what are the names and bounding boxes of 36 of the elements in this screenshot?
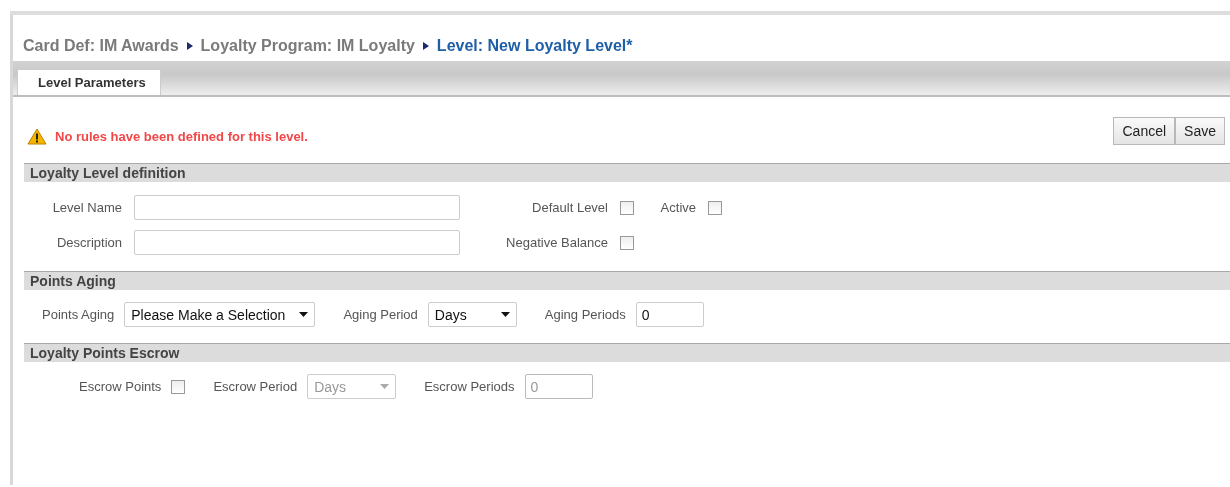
field-label: Default Level <box>531 200 608 215</box>
field-label: Escrow Points <box>79 379 162 394</box>
checkbox[interactable] <box>171 379 186 394</box>
field-label: Escrow Period <box>213 379 298 394</box>
checkbox[interactable] <box>620 200 634 215</box>
field-label: Description <box>55 235 122 250</box>
field-label: Aging Periods <box>544 307 626 322</box>
checkbox[interactable] <box>708 200 722 215</box>
warning-message: No rules have been defined for this level. <box>55 128 308 144</box>
field-label: Aging Period <box>343 307 418 322</box>
number-field[interactable]: 0 <box>635 302 704 327</box>
breadcrumb-link[interactable]: Card Def: IM Awards <box>23 37 179 55</box>
tab[interactable]: Level Parameters <box>17 69 161 95</box>
section-header: Loyalty Points Escrow <box>24 343 1230 362</box>
dropdown[interactable]: Please Make a Selection <box>124 302 316 327</box>
caret-icon <box>299 312 309 317</box>
dropdown[interactable]: Days <box>427 302 517 327</box>
field-label: Negative Balance <box>505 235 608 250</box>
section-header: Points Aging <box>24 271 1230 290</box>
cancel-button[interactable]: Cancel <box>1113 117 1176 145</box>
arrow-icon <box>422 42 429 50</box>
section-header: Loyalty Level definition <box>24 163 1230 182</box>
field-label: Active <box>659 200 696 215</box>
breadcrumb-link[interactable]: Level: New Loyalty Level* <box>436 37 633 55</box>
text-field[interactable] <box>134 195 460 220</box>
save-button[interactable]: Save <box>1175 117 1225 145</box>
text-field[interactable] <box>134 230 460 255</box>
field-label: Level Name <box>51 200 122 215</box>
breadcrumb-link[interactable]: Loyalty Program: IM Loyalty <box>200 37 415 55</box>
field-label: Escrow Periods <box>424 379 515 394</box>
field-label: Points Aging <box>42 307 115 322</box>
caret-icon <box>380 384 390 389</box>
arrow-icon <box>186 42 193 50</box>
checkbox[interactable] <box>620 235 634 250</box>
warning-icon <box>27 127 47 145</box>
caret-icon <box>500 312 510 317</box>
